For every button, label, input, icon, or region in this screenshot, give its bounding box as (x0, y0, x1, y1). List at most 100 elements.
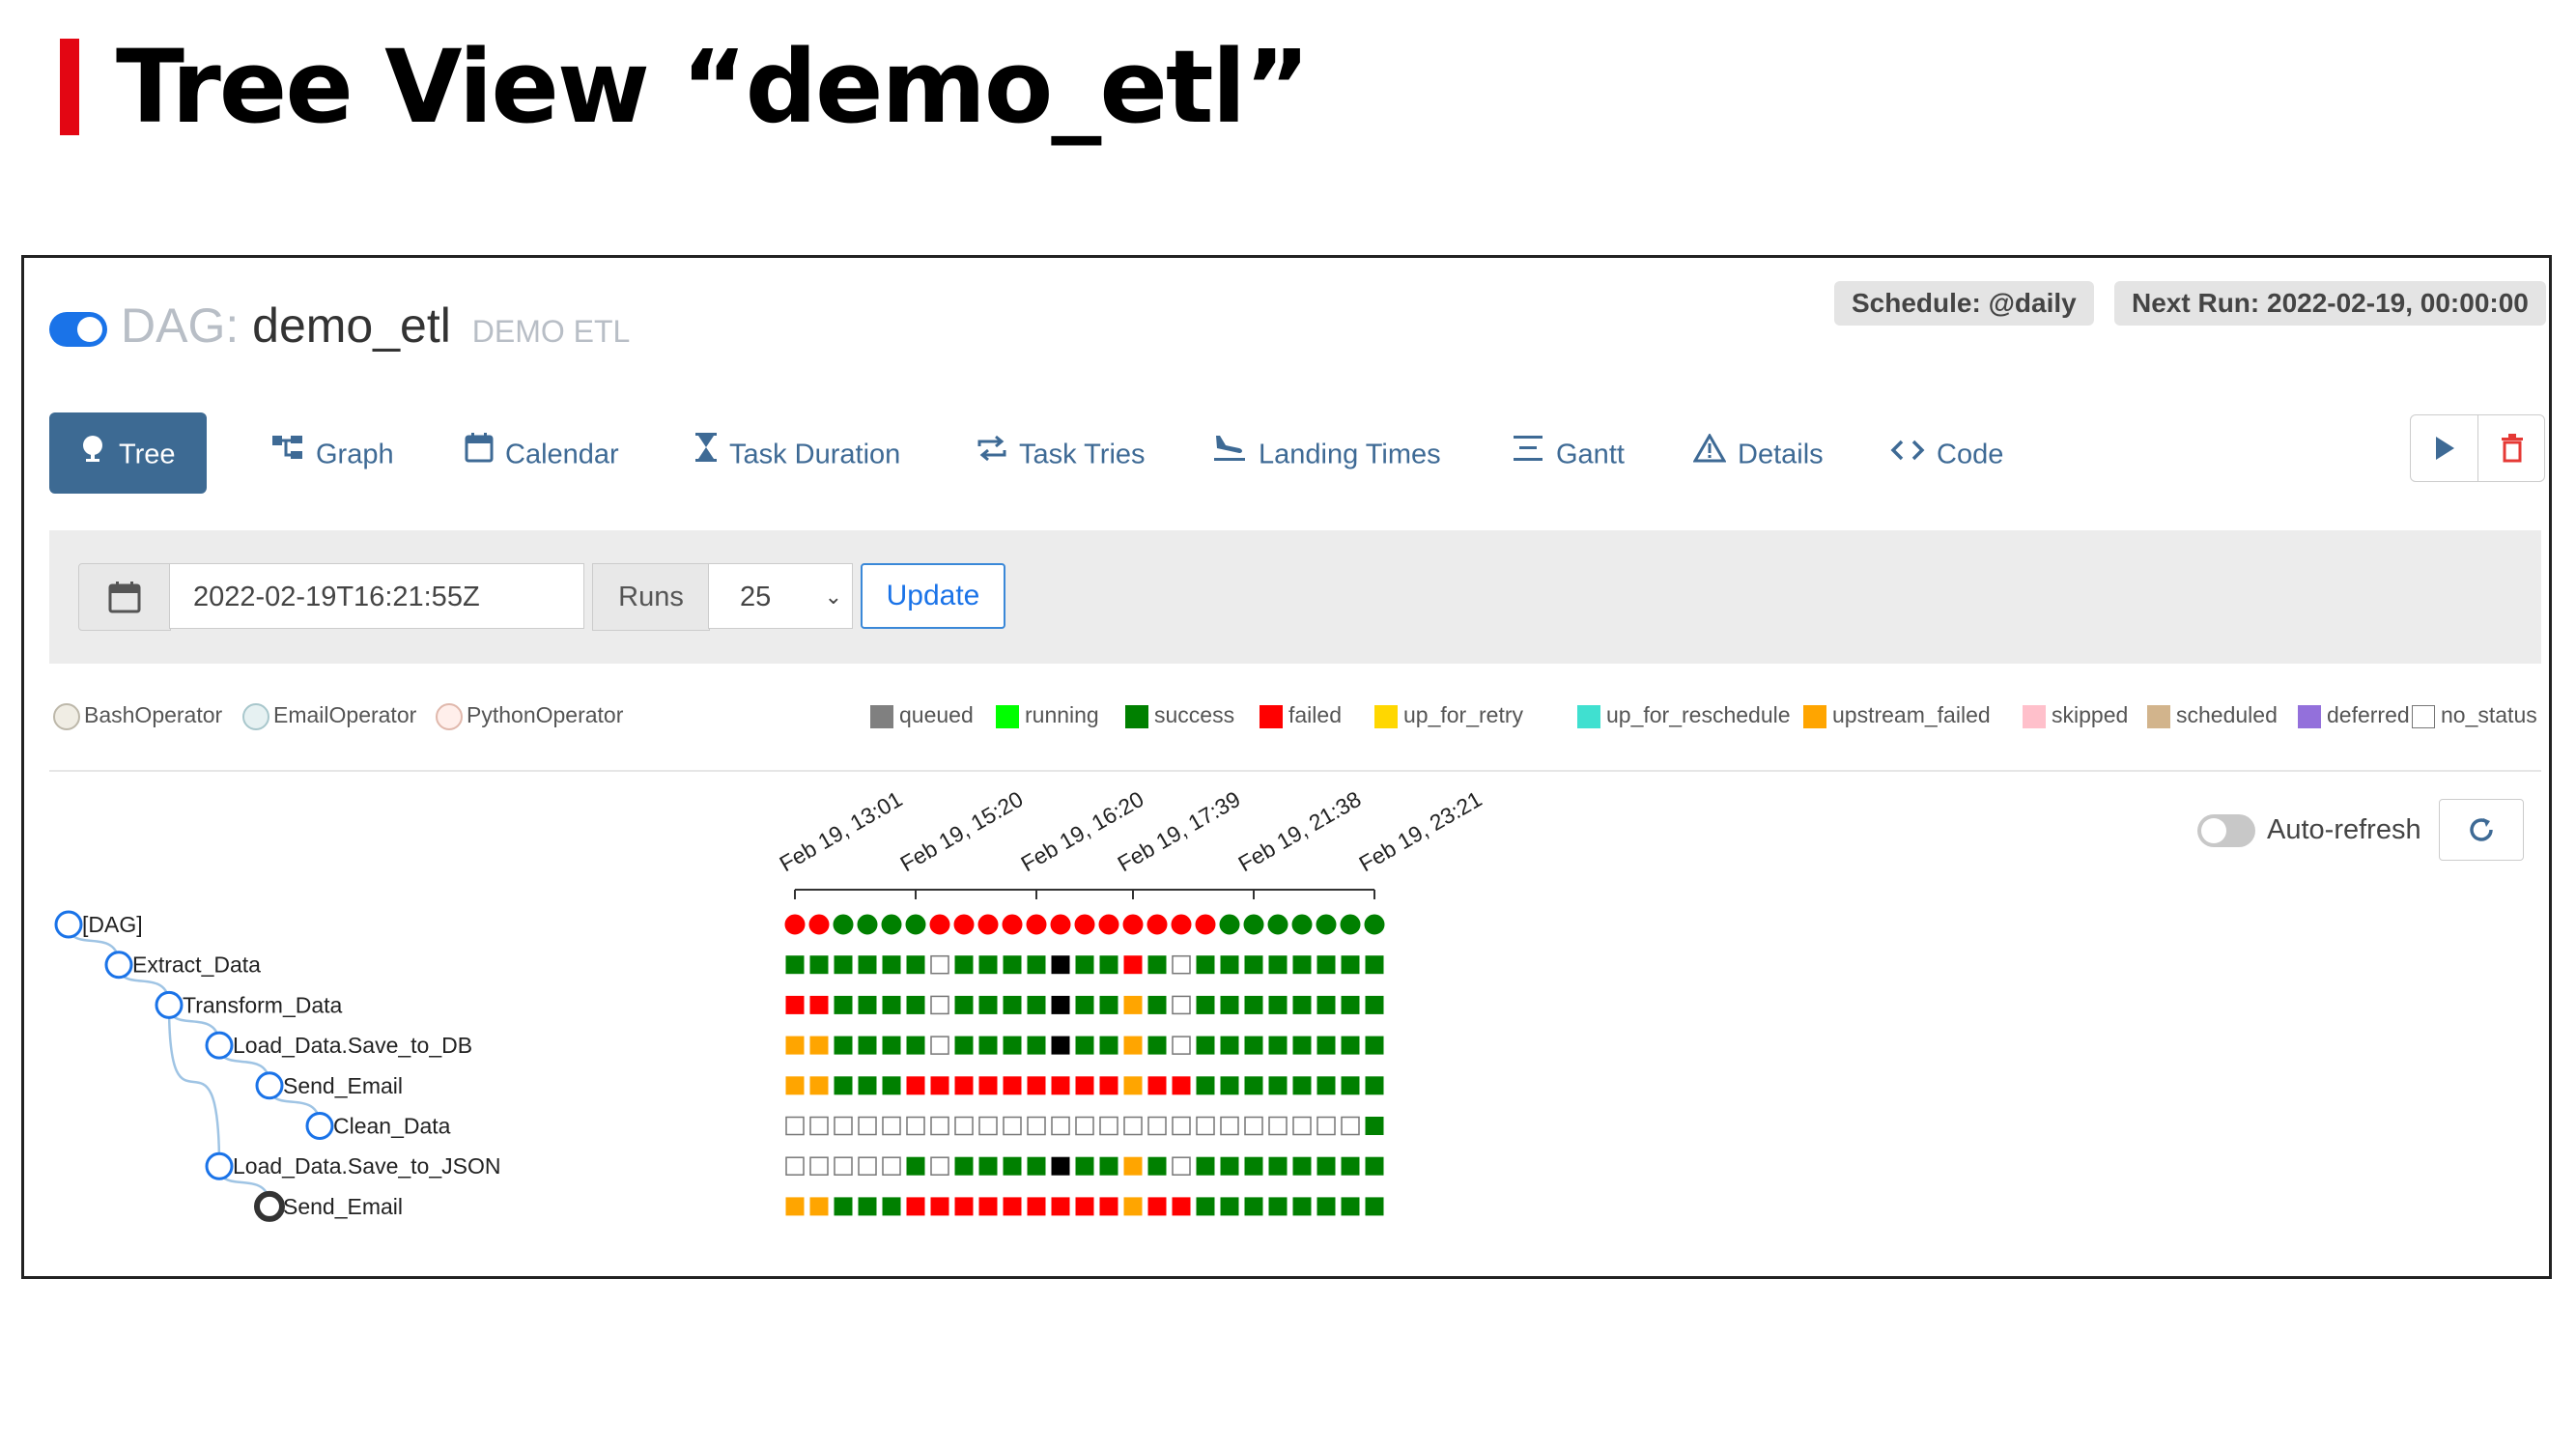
task-instance-square[interactable] (906, 955, 925, 975)
task-instance-square[interactable] (1147, 1197, 1167, 1216)
task-instance-square[interactable] (1075, 995, 1094, 1014)
task-instance-square[interactable] (858, 1197, 877, 1216)
task-instance-square[interactable] (1027, 1156, 1046, 1176)
task-instance-square[interactable] (858, 1116, 877, 1136)
dag-run-circle[interactable] (1219, 914, 1240, 935)
tree-node-label[interactable]: Transform_Data (183, 992, 343, 1017)
task-instance-square[interactable] (1268, 1036, 1288, 1055)
task-instance-square[interactable] (785, 955, 805, 975)
task-instance-square[interactable] (1027, 1036, 1046, 1055)
task-instance-square[interactable] (1196, 1197, 1215, 1216)
dag-run-circle[interactable] (881, 914, 902, 935)
task-instance-square[interactable] (858, 955, 877, 975)
task-instance-square[interactable] (785, 1116, 805, 1136)
tree-node-circle[interactable] (104, 951, 133, 980)
task-instance-square[interactable] (1123, 1156, 1143, 1176)
task-instance-square[interactable] (1292, 1197, 1312, 1216)
dag-run-circle[interactable] (1340, 914, 1361, 935)
task-instance-square[interactable] (809, 955, 829, 975)
task-instance-square[interactable] (1075, 1197, 1094, 1216)
task-instance-square[interactable] (1244, 955, 1263, 975)
task-instance-square[interactable] (1075, 1076, 1094, 1095)
tree-node-label[interactable]: [DAG] (82, 912, 143, 937)
task-instance-square[interactable] (834, 1036, 853, 1055)
task-instance-square[interactable] (1147, 955, 1167, 975)
task-instance-square[interactable] (1027, 995, 1046, 1014)
dag-run-circle[interactable] (929, 914, 950, 935)
task-instance-square[interactable] (1196, 955, 1215, 975)
task-instance-square[interactable] (858, 1076, 877, 1095)
tree-node-circle[interactable] (305, 1112, 334, 1140)
task-instance-square[interactable] (906, 995, 925, 1014)
task-instance-square[interactable] (954, 1116, 974, 1136)
task-instance-square[interactable] (1172, 1156, 1191, 1176)
task-instance-square[interactable] (906, 1076, 925, 1095)
task-instance-square[interactable] (882, 1156, 901, 1176)
task-instance-square[interactable] (1172, 954, 1191, 975)
task-instance-square[interactable] (1099, 1156, 1118, 1176)
task-instance-square[interactable] (906, 1036, 925, 1055)
tree-node-label[interactable]: Load_Data.Save_to_JSON (233, 1153, 500, 1179)
task-instance-square[interactable] (1172, 1036, 1191, 1055)
task-instance-square[interactable] (1147, 1076, 1167, 1095)
task-instance-square[interactable] (834, 1116, 853, 1136)
task-instance-square[interactable] (978, 1116, 998, 1136)
dag-run-circle[interactable] (905, 914, 926, 935)
task-instance-square[interactable] (1051, 995, 1070, 1014)
task-instance-square[interactable] (1365, 1036, 1384, 1055)
task-instance-square[interactable] (954, 1156, 974, 1176)
tree-node-circle[interactable] (54, 910, 83, 939)
task-instance-square[interactable] (1123, 1116, 1143, 1136)
task-instance-square[interactable] (1341, 995, 1360, 1014)
task-instance-square[interactable] (1220, 1116, 1239, 1136)
task-instance-square[interactable] (1123, 995, 1143, 1014)
task-instance-square[interactable] (1341, 1076, 1360, 1095)
task-instance-square[interactable] (1099, 1076, 1118, 1095)
tree-node-circle[interactable] (205, 1151, 234, 1180)
dag-run-circle[interactable] (1050, 914, 1071, 935)
task-instance-square[interactable] (809, 1036, 829, 1055)
task-instance-square[interactable] (1051, 1116, 1070, 1136)
task-instance-square[interactable] (1365, 1076, 1384, 1095)
task-instance-square[interactable] (906, 1116, 925, 1136)
task-instance-square[interactable] (1268, 995, 1288, 1014)
task-instance-square[interactable] (1244, 1076, 1263, 1095)
task-instance-square[interactable] (1268, 1076, 1288, 1095)
task-instance-square[interactable] (1147, 1116, 1167, 1136)
task-instance-square[interactable] (1365, 1197, 1384, 1216)
task-instance-square[interactable] (809, 1076, 829, 1095)
task-instance-square[interactable] (1365, 995, 1384, 1014)
task-instance-square[interactable] (785, 995, 805, 1014)
tree-node-circle[interactable] (155, 990, 184, 1019)
task-instance-square[interactable] (930, 1036, 949, 1055)
task-instance-square[interactable] (930, 954, 949, 975)
task-instance-square[interactable] (1292, 1156, 1312, 1176)
task-instance-square[interactable] (1003, 1156, 1022, 1176)
task-instance-square[interactable] (1147, 1156, 1167, 1176)
task-instance-square[interactable] (1099, 955, 1118, 975)
task-instance-square[interactable] (930, 1197, 949, 1216)
task-instance-square[interactable] (1316, 1197, 1336, 1216)
task-instance-square[interactable] (858, 1036, 877, 1055)
task-instance-square[interactable] (1244, 995, 1263, 1014)
task-instance-square[interactable] (930, 1156, 949, 1176)
task-instance-square[interactable] (1244, 1036, 1263, 1055)
dag-run-circle[interactable] (1002, 914, 1023, 935)
task-instance-square[interactable] (1365, 1117, 1384, 1135)
task-instance-square[interactable] (1268, 1197, 1288, 1216)
task-instance-square[interactable] (858, 995, 877, 1014)
task-instance-square[interactable] (1172, 1076, 1191, 1095)
dag-run-circle[interactable] (1243, 914, 1264, 935)
task-instance-square[interactable] (1220, 995, 1239, 1014)
task-instance-square[interactable] (1099, 1036, 1118, 1055)
task-instance-square[interactable] (1075, 955, 1094, 975)
task-instance-square[interactable] (785, 1036, 805, 1055)
tree-node-label[interactable]: Send_Email (283, 1073, 403, 1098)
task-instance-square[interactable] (882, 1076, 901, 1095)
task-instance-square[interactable] (1196, 1156, 1215, 1176)
task-instance-square[interactable] (1268, 1156, 1288, 1176)
tree-node-label[interactable]: Extract_Data (132, 952, 261, 978)
task-instance-square[interactable] (978, 995, 998, 1014)
task-instance-square[interactable] (809, 995, 829, 1014)
task-instance-square[interactable] (834, 1156, 853, 1176)
